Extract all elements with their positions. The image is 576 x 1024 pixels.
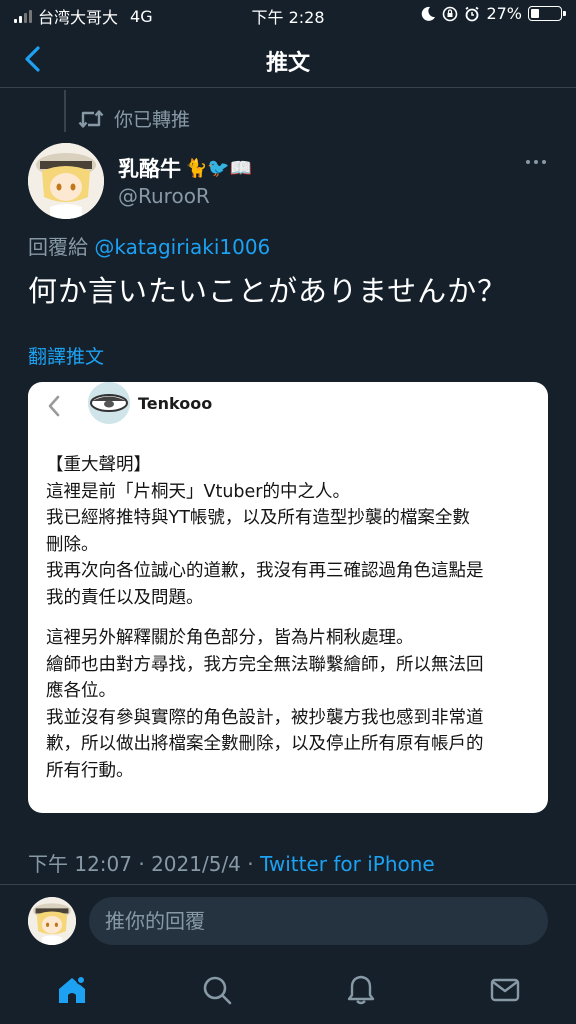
- tweet-text: 何か言いたいことがありませんか？: [28, 274, 508, 308]
- tweet-time: 下午 12:07: [28, 852, 132, 876]
- meta-separator: ·: [132, 852, 152, 876]
- card-line: 繪師也由對方尋找，我方完全無法聯繫繪師，所以無法回: [46, 654, 484, 675]
- author-name[interactable]: 乳酪牛 🐈🐦📖: [118, 153, 252, 183]
- card-username: Tenkooo: [138, 394, 213, 413]
- card-line: 這裡是前「片桐天」Vtuber的中之人。: [46, 481, 350, 502]
- author-name-text: 乳酪牛: [118, 157, 181, 181]
- meta-separator: ·: [240, 852, 260, 876]
- author-handle[interactable]: @RurooR: [118, 184, 210, 208]
- reply-to-link[interactable]: @katagiriaki1006: [94, 235, 270, 259]
- card-line: 我已經將推特與YT帳號，以及所有造型抄襲的檔案全數: [46, 508, 470, 528]
- reply-bar: [0, 884, 576, 958]
- card-line: 刪除。: [46, 534, 99, 555]
- card-line: 【重大聲明】: [46, 455, 151, 475]
- author-emojis: 🐈🐦📖: [185, 157, 253, 179]
- card-back-arrow-icon: [48, 395, 60, 417]
- search-icon[interactable]: [201, 974, 233, 1006]
- moon-icon: [422, 6, 436, 21]
- author-avatar[interactable]: [28, 143, 104, 219]
- retweet-icon: [78, 109, 104, 128]
- tweet-source-link[interactable]: Twitter for iPhone: [260, 852, 435, 876]
- mail-icon[interactable]: [489, 974, 521, 1006]
- nav-header: 推文: [0, 30, 576, 88]
- tab-bar: [0, 958, 576, 1024]
- card-line: 所有行動。: [46, 760, 134, 781]
- page-title: 推文: [265, 51, 310, 76]
- rotation-lock-icon: [443, 6, 458, 21]
- card-line: 歉，所以做出將檔案全數刪除，以及停止所有原有帳戶的: [46, 734, 484, 754]
- home-icon[interactable]: [56, 974, 88, 1006]
- battery-icon: [528, 6, 566, 21]
- card-avatar: [88, 382, 130, 424]
- card-line: 應各位。: [46, 681, 116, 701]
- tweet-date: 2021/5/4: [151, 852, 241, 876]
- card-line: 這裡另外解釋關於角色部分，皆為片桐秋處理。: [46, 628, 414, 648]
- alarm-icon: [465, 6, 479, 21]
- thread-line: [64, 90, 66, 132]
- card-line: 我的責任以及問題。: [46, 587, 204, 608]
- card-line: 我並沒有參與實際的角色設計，被抄襲方我也感到非常道: [46, 707, 484, 728]
- card-body: 【重大聲明】 這裡是前「片桐天」Vtuber的中之人。 我已經將推特與YT帳號，…: [46, 452, 536, 784]
- reply-avatar: [28, 897, 76, 945]
- status-bar: 台湾大哥大 4G 下午 2:28 27%: [0, 0, 576, 30]
- status-right: 27%: [420, 4, 566, 23]
- card-line: 我再次向各位誠心的道歉，我沒有再三確認過角色這點是: [46, 561, 484, 581]
- retweet-label: 你已轉推: [114, 109, 191, 131]
- battery-percent: 27%: [486, 4, 522, 23]
- tweet-meta: 下午 12:07 · 2021/5/4 · Twitter for iPhone: [28, 848, 435, 877]
- bell-icon[interactable]: [345, 974, 377, 1006]
- tweet-image[interactable]: Tenkooo 【重大聲明】 這裡是前「片桐天」Vtuber的中之人。 我已經將…: [28, 382, 548, 813]
- reply-to-prefix: 回覆給: [28, 235, 88, 259]
- more-options-icon[interactable]: [526, 160, 546, 164]
- reply-to-line: 回覆給 @katagiriaki1006: [28, 231, 270, 260]
- reply-input[interactable]: [89, 897, 548, 945]
- translate-link[interactable]: 翻譯推文: [28, 342, 104, 369]
- retweet-indicator: 你已轉推: [78, 105, 190, 132]
